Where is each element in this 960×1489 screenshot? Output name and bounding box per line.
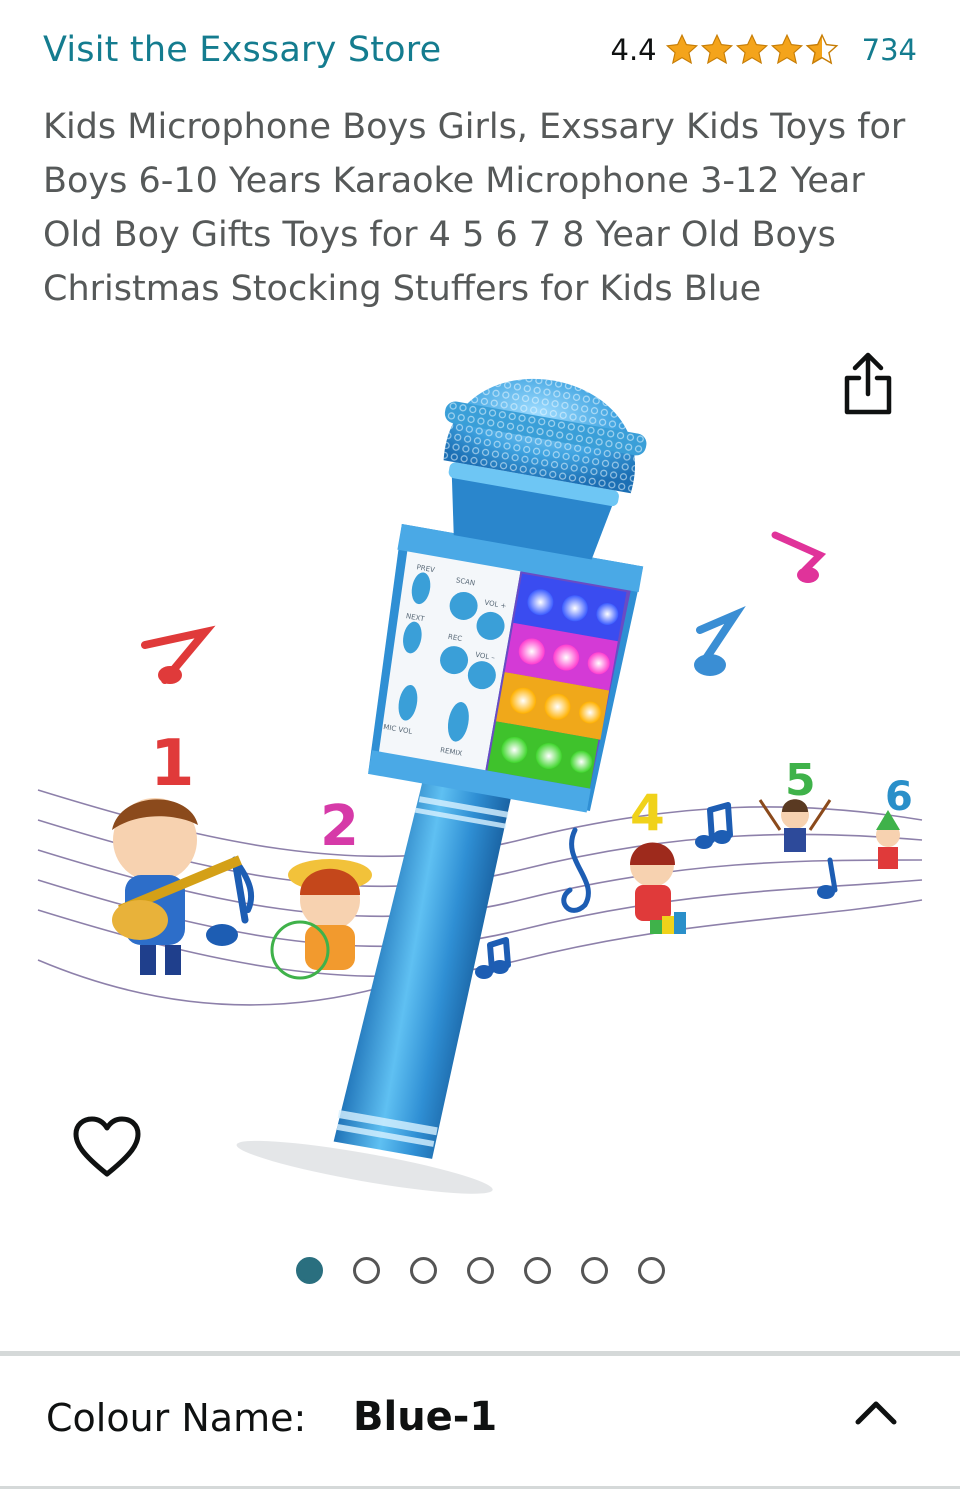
- carousel-dot[interactable]: [580, 1257, 608, 1284]
- carousel-dot[interactable]: [637, 1257, 665, 1284]
- variant-value: Blue-1: [353, 1394, 498, 1440]
- review-count[interactable]: 734: [862, 33, 917, 67]
- variant-toggle-button[interactable]: [850, 1392, 902, 1432]
- carousel-dot[interactable]: [352, 1257, 380, 1284]
- top-row: Visit the Exssary Store 4.4 734: [43, 26, 917, 74]
- share-button[interactable]: [838, 350, 898, 420]
- number-label: 5: [785, 755, 816, 806]
- visit-store-link[interactable]: Visit the Exssary Store: [43, 30, 441, 70]
- star-icon: [665, 33, 698, 65]
- chevron-up-icon: [855, 1401, 897, 1425]
- variant-label: Colour Name:: [46, 1396, 307, 1440]
- star-icon: [700, 33, 733, 65]
- number-label: 1: [150, 727, 195, 801]
- product-title: Kids Microphone Boys Girls, Exssary Kids…: [43, 107, 906, 309]
- number-label: 2: [320, 794, 359, 859]
- rating-value: 4.4: [610, 33, 657, 67]
- product-image[interactable]: 1 2 4 5 6 PREV SCAN VOL + NEXT REC VOL –…: [0, 320, 960, 1220]
- share-icon: [844, 352, 892, 415]
- half-star-icon: [805, 33, 839, 65]
- wishlist-button[interactable]: [72, 1116, 142, 1180]
- variant-selector[interactable]: Colour Name: Blue-1: [0, 1356, 960, 1489]
- number-label: 4: [630, 784, 665, 842]
- carousel-dots: [0, 1257, 960, 1284]
- star-rating: [665, 33, 840, 67]
- heart-icon: [73, 1116, 141, 1177]
- kid-guitarist-illustration: [112, 798, 242, 975]
- kid-girl-hat-illustration: [270, 859, 372, 980]
- star-icon: [735, 33, 768, 65]
- carousel-dot[interactable]: [409, 1257, 437, 1284]
- star-icon: [770, 33, 803, 65]
- rating-summary[interactable]: 4.4 734: [611, 33, 917, 67]
- kid-xylophone-illustration: [630, 842, 686, 934]
- carousel-dot[interactable]: [295, 1257, 323, 1284]
- product-image-carousel[interactable]: 1 2 4 5 6 PREV SCAN VOL + NEXT REC VOL –…: [0, 320, 960, 1220]
- carousel-dot[interactable]: [466, 1257, 494, 1284]
- carousel-dot[interactable]: [523, 1257, 551, 1284]
- karaoke-microphone: PREV SCAN VOL + NEXT REC VOL – MIC VOL R…: [236, 379, 647, 1194]
